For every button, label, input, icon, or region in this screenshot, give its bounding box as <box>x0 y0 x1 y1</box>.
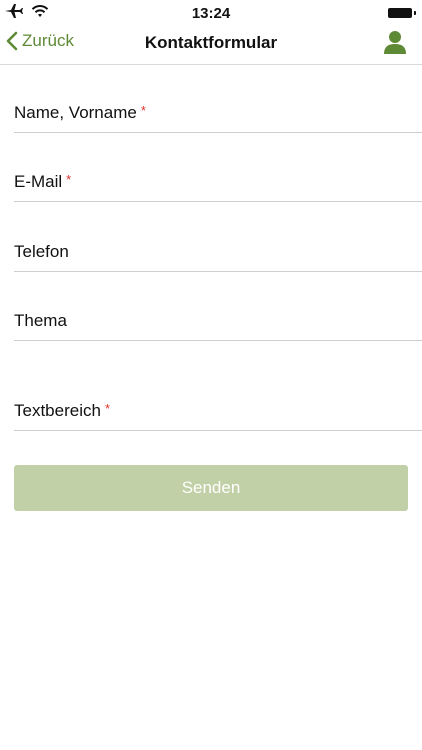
phone-field[interactable]: Telefon <box>14 241 422 272</box>
send-button[interactable]: Senden <box>14 465 408 511</box>
navigation-bar: Zurück Kontaktformular <box>0 26 422 65</box>
phone-field-label: Telefon <box>14 242 69 261</box>
email-field[interactable]: E-Mail * <box>14 171 422 202</box>
status-time: 13:24 <box>191 5 231 22</box>
email-field-label: E-Mail * <box>14 172 72 191</box>
required-marker: * <box>104 401 110 416</box>
status-bar: 13:24 <box>0 0 422 26</box>
topic-field[interactable]: Thema <box>14 310 422 341</box>
required-marker: * <box>66 172 72 187</box>
battery-icon <box>388 8 416 18</box>
name-field-label: Name, Vorname * <box>14 103 146 122</box>
page-title: Kontaktformular <box>144 33 278 52</box>
textarea-field[interactable]: Textbereich * <box>14 400 422 431</box>
topic-field-label: Thema <box>14 311 67 330</box>
user-profile-icon[interactable] <box>382 29 408 55</box>
textarea-field-label: Textbereich * <box>14 401 110 420</box>
required-marker: * <box>140 103 146 118</box>
name-field[interactable]: Name, Vorname * <box>14 102 422 133</box>
